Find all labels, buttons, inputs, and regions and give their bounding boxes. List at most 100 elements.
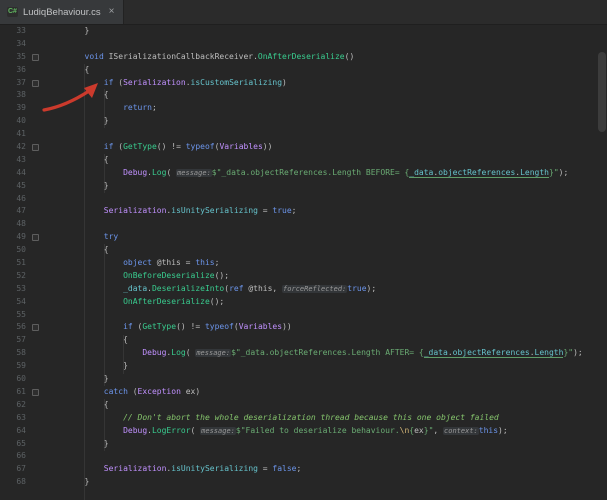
line-number-label[interactable]: 39: [0, 102, 26, 115]
code-line[interactable]: Serialization.isUnitySerializing = true;: [46, 205, 607, 218]
line-number[interactable]: 64: [0, 425, 46, 438]
code-line[interactable]: }: [46, 180, 607, 193]
line-number-label[interactable]: 65: [0, 438, 26, 451]
fold-marker-icon[interactable]: [32, 79, 39, 87]
code-line[interactable]: catch (Exception ex): [46, 386, 607, 399]
line-number-label[interactable]: 62: [0, 399, 26, 412]
line-number[interactable]: 42: [0, 141, 46, 154]
line-number[interactable]: 53: [0, 283, 46, 296]
code-area[interactable]: } void ISerializationCallbackReceiver.On…: [46, 25, 607, 500]
line-number-label[interactable]: 33: [0, 25, 26, 38]
line-number-label[interactable]: 34: [0, 38, 26, 51]
line-number-label[interactable]: 47: [0, 205, 26, 218]
code-line[interactable]: [46, 218, 607, 231]
line-number[interactable]: 54: [0, 296, 46, 309]
line-number-label[interactable]: 50: [0, 244, 26, 257]
code-editor[interactable]: 33 34 35 36 37 38 39 40 41 42 43 44 45 46 47 48 49 50 51 52…: [0, 25, 607, 500]
code-line[interactable]: _data.DeserializeInto(ref @this, forceRe…: [46, 283, 607, 296]
line-number-label[interactable]: 36: [0, 64, 26, 77]
line-number-label[interactable]: 46: [0, 193, 26, 206]
line-number[interactable]: 44: [0, 167, 46, 180]
line-number[interactable]: 66: [0, 450, 46, 463]
code-line[interactable]: [46, 309, 607, 322]
code-line[interactable]: {: [46, 154, 607, 167]
line-number-label[interactable]: 60: [0, 373, 26, 386]
line-number[interactable]: 43: [0, 154, 46, 167]
code-line[interactable]: {: [46, 399, 607, 412]
line-number-label[interactable]: 35: [0, 51, 26, 64]
line-number[interactable]: 61: [0, 386, 46, 399]
line-number-label[interactable]: 38: [0, 89, 26, 102]
line-number[interactable]: 52: [0, 270, 46, 283]
code-line[interactable]: {: [46, 64, 607, 77]
scrollbar-thumb[interactable]: [598, 52, 606, 132]
tab-ludiqbehaviour[interactable]: C# LudiqBehaviour.cs ×: [0, 0, 125, 24]
code-line[interactable]: }: [46, 115, 607, 128]
code-line[interactable]: Debug.Log( message:$"_data.objectReferen…: [46, 347, 607, 360]
line-number[interactable]: 45: [0, 180, 46, 193]
code-line[interactable]: object @this = this;: [46, 257, 607, 270]
fold-marker-icon[interactable]: [32, 234, 39, 242]
line-number[interactable]: 41: [0, 128, 46, 141]
line-number[interactable]: 50: [0, 244, 46, 257]
line-number[interactable]: 49: [0, 231, 46, 244]
line-number[interactable]: 59: [0, 360, 46, 373]
line-number-label[interactable]: 40: [0, 115, 26, 128]
code-line[interactable]: {: [46, 89, 607, 102]
fold-marker-icon[interactable]: [32, 388, 39, 396]
line-number[interactable]: 68: [0, 476, 46, 489]
code-line[interactable]: }: [46, 438, 607, 451]
line-number[interactable]: 60: [0, 373, 46, 386]
code-line[interactable]: [46, 450, 607, 463]
code-line[interactable]: }: [46, 373, 607, 386]
code-line[interactable]: return;: [46, 102, 607, 115]
code-line[interactable]: {: [46, 334, 607, 347]
line-number-label[interactable]: 67: [0, 463, 26, 476]
line-number-label[interactable]: 51: [0, 257, 26, 270]
line-number-label[interactable]: 57: [0, 334, 26, 347]
fold-marker-icon[interactable]: [32, 53, 39, 61]
line-number-label[interactable]: 53: [0, 283, 26, 296]
code-line[interactable]: if (GetType() != typeof(Variables)): [46, 141, 607, 154]
line-number-label[interactable]: 48: [0, 218, 26, 231]
line-number-label[interactable]: 64: [0, 425, 26, 438]
fold-marker-icon[interactable]: [32, 324, 39, 332]
line-number-label[interactable]: 58: [0, 347, 26, 360]
code-line[interactable]: OnAfterDeserialize();: [46, 296, 607, 309]
line-number-label[interactable]: 41: [0, 128, 26, 141]
line-number[interactable]: 40: [0, 115, 46, 128]
line-number-label[interactable]: 43: [0, 154, 26, 167]
code-line[interactable]: Serialization.isUnitySerializing = false…: [46, 463, 607, 476]
line-number[interactable]: 38: [0, 89, 46, 102]
code-line[interactable]: Debug.LogError( message:$"Failed to dese…: [46, 425, 607, 438]
code-line[interactable]: try: [46, 231, 607, 244]
line-number-label[interactable]: 63: [0, 412, 26, 425]
line-number[interactable]: 65: [0, 438, 46, 451]
code-line[interactable]: // Don't abort the whole deserialization…: [46, 412, 607, 425]
code-line[interactable]: Debug.Log( message:$"_data.objectReferen…: [46, 167, 607, 180]
line-number-label[interactable]: 68: [0, 476, 26, 489]
line-number-label[interactable]: 54: [0, 296, 26, 309]
scrollbar[interactable]: [597, 50, 607, 500]
line-number-label[interactable]: 42: [0, 141, 26, 154]
code-line[interactable]: }: [46, 360, 607, 373]
line-number[interactable]: 56: [0, 321, 46, 334]
code-line[interactable]: void ISerializationCallbackReceiver.OnAf…: [46, 51, 607, 64]
line-number[interactable]: 55: [0, 309, 46, 322]
line-number[interactable]: 63: [0, 412, 46, 425]
line-number-label[interactable]: 56: [0, 321, 26, 334]
line-number[interactable]: 35: [0, 51, 46, 64]
code-line[interactable]: }: [46, 25, 607, 38]
line-number[interactable]: 34: [0, 38, 46, 51]
line-number-label[interactable]: 49: [0, 231, 26, 244]
code-line[interactable]: OnBeforeDeserialize();: [46, 270, 607, 283]
line-number-label[interactable]: 66: [0, 450, 26, 463]
line-number-label[interactable]: 55: [0, 309, 26, 322]
line-number-label[interactable]: 44: [0, 167, 26, 180]
line-number[interactable]: 67: [0, 463, 46, 476]
line-number[interactable]: 36: [0, 64, 46, 77]
line-number[interactable]: 47: [0, 205, 46, 218]
code-line[interactable]: [46, 193, 607, 206]
line-number[interactable]: 57: [0, 334, 46, 347]
line-number[interactable]: 39: [0, 102, 46, 115]
